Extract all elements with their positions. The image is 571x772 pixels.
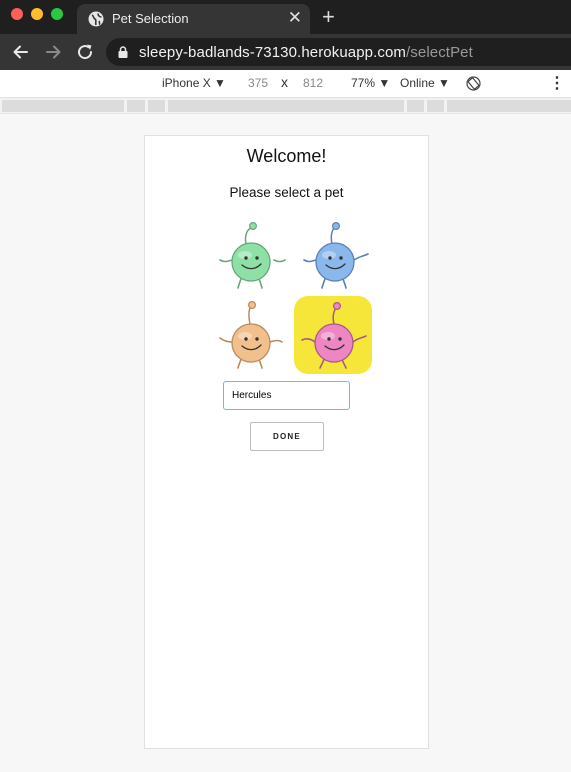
browser-tab[interactable]: Pet Selection ✕ — [77, 4, 310, 34]
ruler-segment[interactable] — [427, 100, 444, 112]
green-pet-icon — [219, 221, 286, 289]
green-pet-option[interactable] — [212, 216, 290, 294]
more-options-icon[interactable]: ⋮ — [549, 73, 565, 93]
tab-close-icon[interactable]: ✕ — [288, 8, 302, 28]
globe-icon — [88, 11, 104, 27]
ruler-segment[interactable] — [148, 100, 165, 112]
reload-icon[interactable] — [74, 41, 96, 63]
blue-pet-option[interactable] — [296, 216, 374, 294]
ruler-segment[interactable] — [168, 100, 404, 112]
browser-toolbar: sleepy-badlands-73130.herokuapp.com/sele… — [0, 34, 571, 70]
zoom-select[interactable]: 77% ▼ — [351, 76, 390, 90]
url-text: sleepy-badlands-73130.herokuapp.com/sele… — [139, 44, 473, 61]
browser-title-bar: Pet Selection ✕ + — [0, 0, 571, 34]
zoom-window-button[interactable] — [51, 8, 63, 20]
pet-name-input[interactable] — [223, 381, 350, 410]
done-button[interactable]: DONE — [250, 422, 324, 451]
select-pet-prompt: Please select a pet — [229, 185, 344, 200]
lock-icon — [118, 46, 128, 58]
back-arrow-icon[interactable] — [10, 41, 32, 63]
close-window-button[interactable] — [11, 8, 23, 20]
address-bar[interactable]: sleepy-badlands-73130.herokuapp.com/sele… — [106, 38, 571, 66]
device-height[interactable]: 812 — [303, 76, 323, 90]
pink-pet-option[interactable] — [294, 296, 372, 374]
device-viewport: Welcome! Please select a pet Hercules DO… — [144, 135, 429, 749]
blue-pet-icon — [303, 221, 369, 289]
orange-pet-option[interactable] — [212, 296, 290, 374]
ruler-segment[interactable] — [127, 100, 145, 112]
url-host: sleepy-badlands-73130.herokuapp.com — [139, 44, 407, 61]
minimize-window-button[interactable] — [31, 8, 43, 20]
ruler-segment[interactable] — [447, 100, 571, 112]
orange-pet-icon — [219, 300, 283, 369]
forward-arrow-icon[interactable] — [42, 41, 64, 63]
pink-pet-icon — [301, 301, 367, 369]
tab-title: Pet Selection — [112, 11, 189, 26]
rotate-icon[interactable] — [466, 76, 481, 91]
ruler-segment[interactable] — [407, 100, 424, 112]
network-throttle-select[interactable]: Online ▼ — [400, 76, 450, 90]
page-title: Welcome! — [246, 146, 327, 166]
ruler-segment[interactable] — [2, 100, 124, 112]
device-toolbar: iPhone X ▼ 375 x 812 77% ▼ Online ▼ ⋮ — [0, 70, 571, 98]
media-query-ruler — [0, 98, 571, 114]
url-path: /selectPet — [406, 44, 473, 61]
new-tab-button[interactable]: + — [322, 4, 335, 30]
dimension-separator: x — [281, 74, 288, 90]
device-width[interactable]: 375 — [248, 76, 268, 90]
device-select[interactable]: iPhone X ▼ — [162, 76, 226, 90]
